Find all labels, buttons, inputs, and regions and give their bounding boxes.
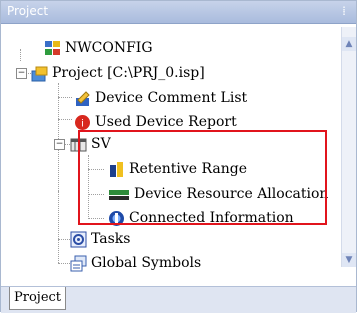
tree-item-label: Project [C:\PRJ_0.isp]: [52, 65, 205, 81]
panel-title: Project: [7, 4, 49, 18]
svg-text:i: i: [81, 118, 84, 129]
tab-project[interactable]: Project: [9, 287, 67, 310]
project-icon: [31, 65, 48, 82]
panel-titlebar: Project ⁞: [1, 1, 356, 24]
tree-item-global-symbols[interactable]: Global Symbols: [70, 252, 201, 274]
tree-item-label: Used Device Report: [95, 114, 237, 130]
panel-tab-bar: Project: [1, 286, 356, 313]
network-config-icon: [44, 40, 61, 57]
comment-list-icon: [74, 90, 91, 107]
project-expander[interactable]: −: [16, 68, 27, 79]
tasks-icon: [70, 231, 87, 248]
sv-highlight-box: [78, 130, 327, 225]
report-icon: i: [74, 114, 91, 131]
scroll-up-icon[interactable]: ▲: [342, 37, 356, 51]
scroll-down-icon[interactable]: ▼: [342, 253, 356, 267]
tree-item-tasks[interactable]: Tasks: [70, 228, 130, 250]
tree-item-label: Global Symbols: [91, 255, 202, 271]
pin-icon[interactable]: ⁞: [342, 4, 346, 18]
tree-item-label: Tasks: [91, 231, 131, 247]
global-symbols-icon: [70, 255, 87, 272]
tree-item-label: NWCONFIG: [65, 40, 153, 56]
tree-item-label: Device Comment List: [95, 90, 248, 106]
tree-item-device-comment-list[interactable]: Device Comment List: [74, 87, 247, 109]
project-panel: Project ⁞ − − NWCONFIG Project [C:\PRJ_0…: [0, 0, 357, 313]
sv-expander[interactable]: −: [54, 139, 65, 150]
tree-item-nwconfig[interactable]: NWCONFIG: [44, 37, 153, 59]
tree-item-project[interactable]: Project [C:\PRJ_0.isp]: [31, 62, 205, 84]
vertical-scrollbar[interactable]: ▲ ▼: [341, 27, 356, 267]
